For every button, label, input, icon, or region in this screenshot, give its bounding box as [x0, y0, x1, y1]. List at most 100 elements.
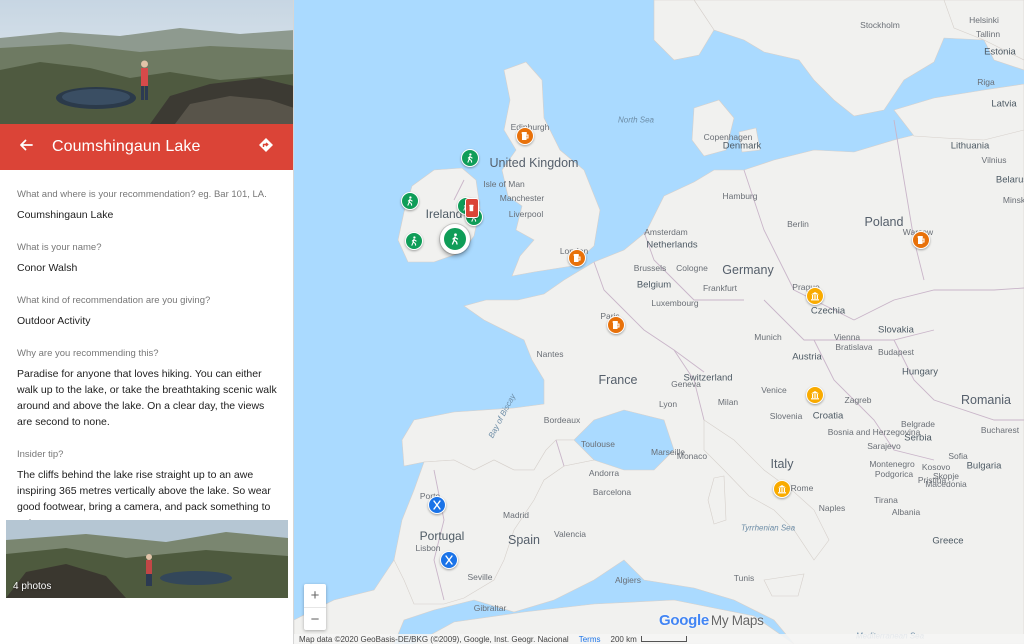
label-geneva: Geneva — [671, 379, 701, 389]
label-marseille: Marseille — [650, 447, 686, 457]
directions-button[interactable] — [246, 124, 286, 170]
label-budapest: Budapest — [878, 347, 914, 357]
label-valencia: Valencia — [554, 529, 586, 539]
label-north-sea: North Sea — [617, 115, 655, 125]
beer-icon — [468, 204, 476, 212]
scale-bar — [640, 636, 687, 642]
label-venice: Venice — [761, 385, 787, 395]
photo-count: 4 photos — [13, 581, 52, 592]
marker-bar[interactable] — [516, 127, 534, 145]
label-slovakia: Slovakia — [878, 324, 914, 336]
detail-fields: What and where is your recommendation? e… — [0, 170, 293, 531]
label-podgorica: Podgorica — [874, 469, 914, 479]
marker-bar[interactable] — [568, 249, 586, 267]
marker-restaurant[interactable] — [428, 496, 446, 514]
label-stockholm: Stockholm — [860, 20, 900, 30]
label-netherlands: Netherlands — [646, 239, 698, 251]
field-value: Paradise for anyone that loves hiking. Y… — [17, 368, 277, 428]
beer-icon — [611, 320, 621, 330]
scale-indicator: 200 km — [611, 635, 687, 644]
label-milan: Milan — [717, 397, 739, 407]
terms-link[interactable]: Terms — [579, 635, 601, 644]
label-tunis: Tunis — [733, 573, 755, 583]
field-value: Coumshingaun Lake — [17, 209, 114, 221]
label-france: France — [598, 373, 638, 387]
label-slovenia: Slovenia — [769, 411, 803, 421]
back-button[interactable] — [6, 124, 46, 170]
label-munich: Munich — [754, 332, 782, 342]
marker-hike[interactable] — [461, 149, 479, 167]
label-algiers: Algiers — [615, 575, 641, 585]
label-belarus: Belarus — [995, 174, 1024, 186]
label-andorra: Andorra — [588, 468, 620, 478]
label-albania: Albania — [891, 507, 921, 517]
marker-hike[interactable] — [401, 192, 419, 210]
marker-museum[interactable] — [806, 386, 824, 404]
map-basemap — [294, 0, 1024, 644]
field-value: Outdoor Activity — [17, 315, 91, 327]
label-frankfurt: Frankfurt — [702, 283, 738, 293]
field-name: What is your name? Conor Walsh — [17, 242, 277, 276]
label-berlin: Berlin — [787, 219, 809, 229]
hero-photo[interactable] — [0, 0, 293, 124]
photo-gallery[interactable]: 4 photos — [6, 520, 288, 598]
field-label: What and where is your recommendation? e… — [17, 189, 267, 200]
label-sarajevo: Sarajevo — [867, 441, 901, 451]
label-bucharest: Bucharest — [980, 425, 1020, 435]
marker-museum[interactable] — [773, 480, 791, 498]
label-rome: Rome — [790, 483, 814, 493]
marker-restaurant[interactable] — [440, 551, 458, 569]
fork-knife-icon — [444, 555, 454, 565]
field-label: Why are you recommending this? — [17, 348, 159, 359]
zoom-out-button[interactable]: − — [304, 607, 326, 630]
attribution-text: Map data ©2020 GeoBasis-DE/BKG (©2009), … — [299, 634, 569, 644]
label-copenhagen: Copenhagen — [703, 132, 753, 142]
marker-bar[interactable] — [607, 316, 625, 334]
marker-bar[interactable] — [912, 231, 930, 249]
label-montenegro: Montenegro — [869, 459, 915, 469]
map-canvas[interactable]: United Kingdom Ireland France Germany Po… — [294, 0, 1024, 644]
label-tyrrhenian-sea: Tyrrhenian Sea — [740, 523, 796, 533]
place-title: Coumshingaun Lake — [52, 138, 201, 155]
brand-mymaps: My Maps — [710, 613, 764, 628]
label-cologne: Cologne — [676, 263, 708, 273]
label-hungary: Hungary — [902, 366, 938, 378]
label-helsinki: Helsinki — [969, 15, 999, 25]
label-pristina: Pristina — [917, 475, 947, 485]
zoom-in-button[interactable]: + — [304, 584, 326, 607]
label-lisbon: Lisbon — [415, 543, 441, 553]
label-naples: Naples — [818, 503, 846, 513]
label-estonia: Estonia — [984, 46, 1016, 58]
beer-icon — [520, 131, 530, 141]
hiker-icon — [449, 233, 461, 245]
title-bar: Coumshingaun Lake — [0, 124, 293, 170]
fork-knife-icon — [432, 500, 442, 510]
label-austria: Austria — [792, 351, 822, 363]
marker-bar[interactable] — [465, 198, 479, 218]
label-united-kingdom: United Kingdom — [489, 156, 579, 170]
field-recommendation: What and where is your recommendation? e… — [17, 189, 277, 223]
label-denmark: Denmark — [722, 140, 762, 152]
museum-icon — [810, 291, 820, 301]
marker-coumshingaun-lake[interactable] — [440, 224, 470, 254]
label-italy: Italy — [770, 457, 794, 471]
marker-hike[interactable] — [405, 232, 423, 250]
field-reason: Why are you recommending this? Paradise … — [17, 348, 277, 430]
label-manchester: Manchester — [499, 193, 545, 203]
hiker-icon — [409, 236, 419, 246]
label-poland: Poland — [864, 215, 904, 229]
field-label: Insider tip? — [17, 449, 64, 460]
field-kind: What kind of recommendation are you givi… — [17, 295, 277, 329]
label-hamburg: Hamburg — [722, 191, 758, 201]
label-seville: Seville — [467, 572, 493, 582]
marker-museum[interactable] — [806, 287, 824, 305]
label-brussels: Brussels — [633, 263, 667, 273]
label-belgium: Belgium — [636, 279, 672, 291]
label-nantes: Nantes — [536, 349, 564, 359]
label-belgrade: Belgrade — [900, 419, 936, 429]
label-spain: Spain — [508, 533, 540, 547]
label-minsk: Minsk — [1002, 195, 1024, 205]
label-madrid: Madrid — [503, 510, 529, 520]
label-toulouse: Toulouse — [580, 439, 616, 449]
label-greece: Greece — [932, 535, 964, 547]
